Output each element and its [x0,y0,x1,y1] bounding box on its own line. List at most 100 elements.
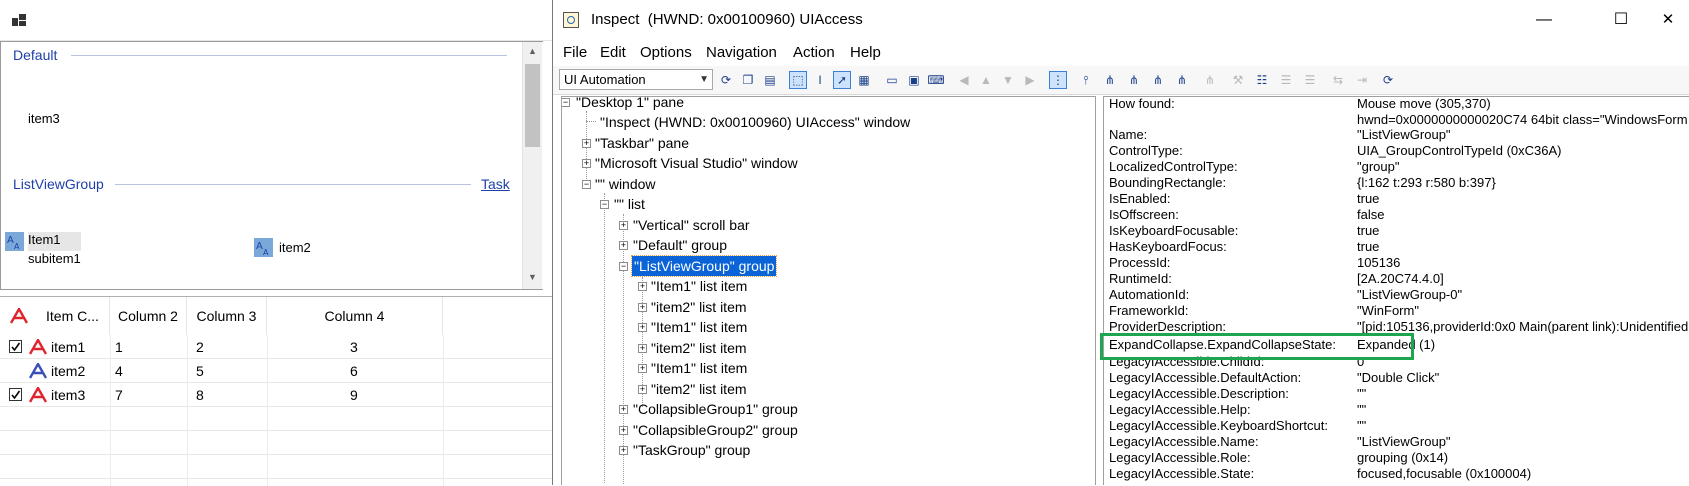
expand-icon[interactable]: ☷ [1253,71,1271,89]
column-header-4[interactable]: Column 4 [267,297,443,335]
prop-value[interactable]: {l:162 t:293 r:580 b:397} [1357,175,1496,190]
group-header-listviewgroup[interactable]: ListViewGroup [13,176,104,192]
menu-options[interactable]: Options [640,44,692,61]
menu-navigation[interactable]: Navigation [706,44,777,61]
vertical-scrollbar[interactable]: ▲ ▼ [522,42,542,289]
left-window-titlebar[interactable] [0,0,555,41]
row-checkbox[interactable] [9,388,22,401]
navigate-down-icon[interactable]: ▼ [999,71,1017,89]
group-task-link[interactable]: Task [481,176,510,192]
details-list-view[interactable]: Item C... Column 2 Column 3 Column 4 ite… [0,296,555,486]
inspect-titlebar[interactable]: Inspect (HWND: 0x00100960) UIAccess — ☐ … [553,0,1689,40]
group-header-default[interactable]: Default [13,47,57,63]
prop-value[interactable]: true [1357,239,1379,254]
menu-edit[interactable]: Edit [600,44,626,61]
collapse-toggle-icon[interactable]: − [619,262,628,271]
prop-value[interactable]: 105136 [1357,255,1400,270]
column-header-3[interactable]: Column 3 [187,297,267,335]
watch-window-icon[interactable]: ▣ [905,71,923,89]
copy-icon[interactable]: ❐ [739,71,757,89]
scroll-up-icon[interactable]: ▲ [523,42,542,61]
expand-toggle-icon[interactable]: + [638,303,647,312]
navigate-left-icon[interactable]: ◀ [955,71,973,89]
prop-value[interactable]: "ListViewGroup" [1357,434,1451,449]
prop-value[interactable]: true [1357,223,1379,238]
prop-value[interactable]: grouping (0x14) [1357,450,1448,465]
menu-help[interactable]: Help [850,44,881,61]
prop-value[interactable]: "" [1357,402,1366,417]
table-row[interactable]: item1 1 2 3 [0,335,555,359]
prop-value[interactable]: "WinForm" [1357,303,1419,318]
scroll-into-view-icon[interactable]: ☰ [1301,71,1319,89]
scroll-down-icon[interactable]: ▼ [523,268,542,287]
refresh-tree-icon[interactable]: ⟳ [1379,71,1397,89]
scroll-thumb[interactable] [525,64,540,147]
prop-value[interactable]: Mouse move (305,370) [1357,97,1491,111]
caret-icon[interactable]: I [811,71,829,89]
mode-select[interactable]: UI Automation ▼ [559,69,713,90]
list-item-item1[interactable]: Item1 [28,232,61,247]
table-row[interactable]: item3 7 8 9 [0,383,555,407]
show-tree-icon[interactable]: ⋮ [1049,71,1067,89]
menu-file[interactable]: File [563,44,587,61]
expand-toggle-icon[interactable]: + [619,405,628,414]
expand-toggle-icon[interactable]: + [619,221,628,230]
menu-action[interactable]: Action [793,44,835,61]
close-button[interactable]: ✕ [1645,0,1689,40]
properties-pane[interactable]: How found: Mouse move (305,370) hwnd=0x0… [1103,96,1689,485]
parent-icon[interactable]: ⫯ [1077,71,1095,89]
prop-value[interactable]: UIA_GroupControlTypeId (0xC36A) [1357,143,1561,158]
prop-value[interactable]: "Double Click" [1357,370,1439,385]
last-child-icon[interactable]: ⋔ [1173,71,1191,89]
expand-toggle-icon[interactable]: + [638,385,647,394]
collapse-toggle-icon[interactable]: − [582,180,591,189]
minimize-button[interactable]: — [1521,0,1567,40]
maximize-button[interactable]: ☐ [1598,0,1644,40]
next-sibling-icon[interactable]: ⋔ [1125,71,1143,89]
prop-value[interactable]: "group" [1357,159,1399,174]
expand-toggle-icon[interactable]: + [619,426,628,435]
watch-tooltip-icon[interactable]: ▦ [855,71,873,89]
prop-value[interactable]: "ListViewGroup" [1357,127,1451,142]
tree-walker-icon[interactable]: ⋔ [1201,71,1219,89]
first-child-icon[interactable]: ⋔ [1101,71,1119,89]
expand-toggle-icon[interactable]: + [582,139,591,148]
expand-toggle-icon[interactable]: + [638,364,647,373]
watch-caret-icon[interactable]: ⌨ [927,71,945,89]
expand-toggle-icon[interactable]: + [619,446,628,455]
invoke-icon[interactable]: ⇥ [1353,71,1371,89]
prop-value[interactable]: false [1357,207,1384,222]
collapse-toggle-icon[interactable]: − [562,98,570,107]
collapse-icon[interactable]: ☰ [1277,71,1295,89]
column-header-item[interactable]: Item C... [0,297,110,335]
expand-toggle-icon[interactable]: + [582,159,591,168]
expand-toggle-icon[interactable]: + [638,282,647,291]
expand-toggle-icon[interactable]: + [638,323,647,332]
prop-value[interactable]: hwnd=0x0000000000020C74 64bit class="Win… [1357,112,1688,127]
list-item-item2[interactable]: item2 [279,240,311,255]
prop-value[interactable]: "" [1357,386,1366,401]
element-tree[interactable]: − "Desktop 1" pane "Inspect (HWND: 0x001… [561,96,1096,485]
refresh-icon[interactable]: ⟳ [717,71,735,89]
toggle-icon[interactable]: ⇆ [1329,71,1347,89]
prop-value[interactable]: [2A.20C74.4.0] [1357,271,1444,286]
collapse-toggle-icon[interactable]: − [600,200,609,209]
expand-toggle-icon[interactable]: + [619,241,628,250]
row-checkbox[interactable] [9,340,22,353]
action-icon[interactable]: ⚒ [1229,71,1247,89]
show-highlight-rectangle-icon[interactable]: ⬚ [789,71,807,89]
prop-value[interactable]: "" [1357,418,1366,433]
navigate-up-icon[interactable]: ▲ [977,71,995,89]
copy-tree-icon[interactable]: ▤ [761,71,779,89]
watch-cursor-icon[interactable]: ➚ [833,71,851,89]
prop-value[interactable]: true [1357,191,1379,206]
expand-toggle-icon[interactable]: + [638,344,647,353]
list-item-item3[interactable]: item3 [28,111,60,126]
navigate-right-icon[interactable]: ▶ [1021,71,1039,89]
prop-value[interactable]: "[pid:105136,providerId:0x0 Main(parent … [1357,319,1688,334]
prop-value[interactable]: focused,focusable (0x100004) [1357,466,1531,481]
previous-sibling-icon[interactable]: ⋔ [1149,71,1167,89]
grouped-list-view[interactable]: Default item3 ListViewGroup Task AA Item… [0,41,543,290]
prop-value[interactable]: "ListViewGroup-0" [1357,287,1462,302]
column-header-2[interactable]: Column 2 [110,297,187,335]
